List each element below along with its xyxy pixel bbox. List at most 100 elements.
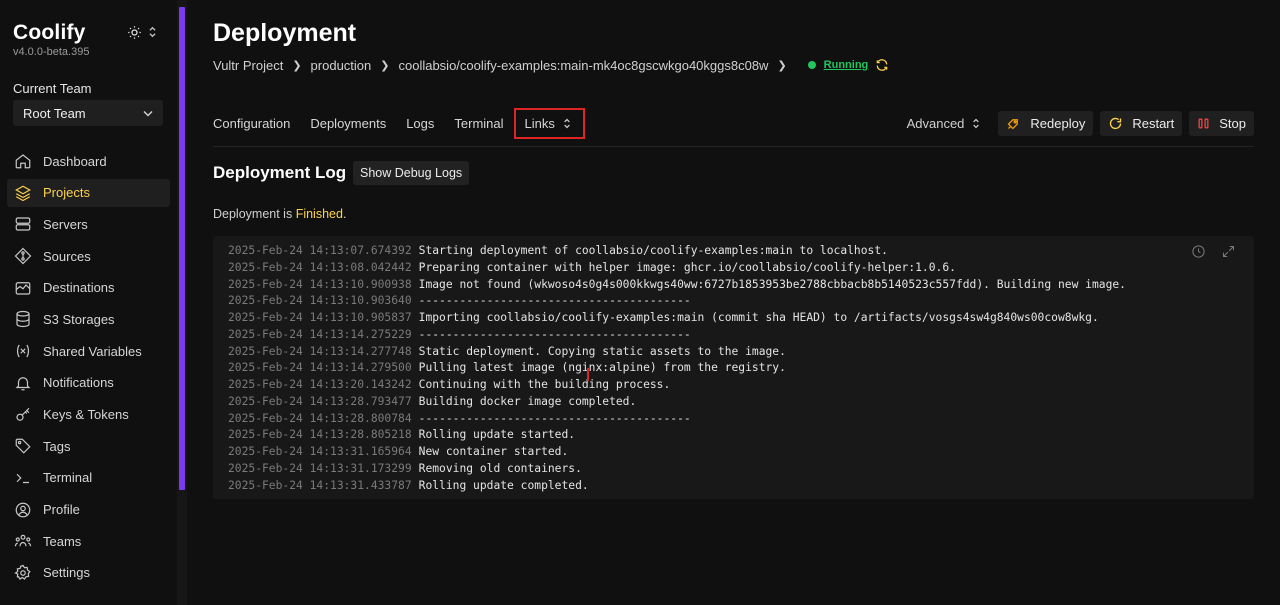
- status-dot: [807, 61, 816, 69]
- sidebar-item-keys-tokens[interactable]: Keys & Tokens: [7, 401, 170, 429]
- restart-label: Restart: [1132, 116, 1175, 131]
- sidebar-item-servers[interactable]: Servers: [7, 210, 170, 238]
- restart-button[interactable]: Restart: [1100, 111, 1183, 136]
- sidebar-item-projects[interactable]: Projects: [7, 178, 170, 207]
- sidebar-item-dashboard[interactable]: Dashboard: [7, 147, 170, 175]
- sidebar-item-notifications[interactable]: Notifications: [7, 369, 170, 397]
- deployment-status: Deployment is Finished.: [213, 207, 346, 221]
- sidebar-item-terminal[interactable]: Terminal: [7, 464, 170, 492]
- tab-logs[interactable]: Logs: [406, 116, 434, 131]
- team-select[interactable]: Root Team: [13, 100, 163, 126]
- sidebar-item-label: S3 Storages: [43, 311, 115, 327]
- breadcrumb-environment[interactable]: production: [311, 58, 372, 73]
- git-icon: [14, 247, 32, 265]
- log-line: 2025-Feb-24 14:13:14.277748 Static deploy…: [228, 344, 1126, 361]
- main-content: Deployment Vultr Project ❯ production ❯ …: [187, 0, 1280, 605]
- log-message: New container started.: [418, 445, 569, 458]
- theme-toggle[interactable]: [127, 23, 159, 41]
- restart-icon: [1110, 117, 1122, 130]
- breadcrumb: Vultr Project ❯ production ❯ coollabsio/…: [213, 57, 889, 73]
- sidebar-scrollbar[interactable]: [179, 7, 185, 490]
- sun-icon: [128, 25, 141, 39]
- log-line: 2025-Feb-24 14:13:31.173299 Removing old …: [228, 461, 1126, 478]
- app-version: v4.0.0-beta.395: [13, 46, 90, 58]
- sidebar-item-label: Settings: [43, 565, 90, 581]
- sidebar-item-profile[interactable]: Profile: [7, 496, 170, 524]
- redeploy-button[interactable]: Redeploy: [998, 111, 1094, 136]
- deployment-status-suffix: .: [342, 207, 347, 221]
- sidebar: Coolify v4.0.0-beta.395 Current Team Roo…: [0, 0, 177, 605]
- stop-button[interactable]: Stop: [1189, 111, 1254, 136]
- sidebar-item-settings[interactable]: Settings: [7, 559, 170, 587]
- home-icon: [14, 152, 32, 170]
- users-icon: [14, 532, 32, 550]
- tab-bar: Configuration Deployments Logs Terminal …: [213, 107, 605, 139]
- chevron-updown-icon: [564, 118, 570, 128]
- log-line: 2025-Feb-24 14:13:14.279500 Pulling lates…: [228, 360, 1126, 377]
- sidebar-item-sources[interactable]: Sources: [7, 242, 170, 270]
- log-line: 2025-Feb-24 14:13:10.905837 Importing coo…: [228, 310, 1126, 327]
- sidebar-item-label: Shared Variables: [43, 343, 142, 359]
- sidebar-item-shared-variables[interactable]: Shared Variables: [7, 337, 170, 365]
- log-toolbar: [1191, 244, 1236, 259]
- team-label: Current Team: [13, 81, 92, 96]
- sidebar-item-label: Teams: [43, 533, 82, 549]
- text-cursor: [587, 368, 589, 381]
- log-line: 2025-Feb-24 14:13:10.903640 -------------…: [228, 293, 1126, 310]
- show-debug-logs-button[interactable]: Show Debug Logs: [353, 161, 470, 185]
- sidebar-item-label: Sources: [43, 248, 91, 264]
- page-title: Deployment: [213, 19, 357, 47]
- database-icon: [14, 310, 32, 328]
- log-timestamp: 2025-Feb-24 14:13:10.900938: [228, 277, 412, 291]
- tab-terminal[interactable]: Terminal: [454, 116, 503, 131]
- gear-icon: [14, 564, 32, 582]
- sidebar-item-label: Dashboard: [43, 153, 107, 169]
- tab-deployments[interactable]: Deployments: [310, 116, 386, 131]
- log-line: 2025-Feb-24 14:13:08.042442 Preparing con…: [228, 260, 1126, 277]
- log-message: Rolling update started.: [418, 428, 576, 442]
- refresh-icon[interactable]: [875, 58, 889, 72]
- log-line: 2025-Feb-24 14:13:31.165964 New container…: [228, 444, 1126, 461]
- log-line: 2025-Feb-24 14:13:20.143242 Continuing wi…: [228, 377, 1126, 394]
- breadcrumb-application[interactable]: coollabsio/coolify-examples:main-mk4oc8g…: [398, 58, 768, 73]
- chevron-down-icon: [143, 110, 153, 117]
- sidebar-item-tags[interactable]: Tags: [7, 432, 170, 460]
- tab-links[interactable]: Links: [513, 107, 585, 139]
- log-message: ----------------------------------------: [418, 294, 691, 308]
- advanced-dropdown[interactable]: Advanced: [907, 116, 981, 131]
- stop-icon: [1198, 118, 1209, 129]
- sidebar-item-s3-storages[interactable]: S3 Storages: [7, 305, 170, 333]
- redeploy-label: Redeploy: [1030, 116, 1086, 131]
- app-name[interactable]: Coolify: [13, 21, 86, 45]
- chevron-right-icon: ❯: [777, 59, 787, 72]
- server-icon: [14, 215, 32, 233]
- log-message: Starting deployment of coollabsio/coolif…: [418, 244, 888, 257]
- breadcrumb-project[interactable]: Vultr Project: [213, 58, 283, 73]
- tab-configuration[interactable]: Configuration: [213, 116, 290, 131]
- fullscreen-icon[interactable]: [1221, 244, 1236, 259]
- status-badge[interactable]: Running: [824, 59, 869, 71]
- rocket-icon: [1008, 119, 1019, 130]
- log-timestamp: 2025-Feb-24 14:13:20.143242: [228, 378, 412, 391]
- sidebar-item-destinations[interactable]: Destinations: [7, 274, 170, 302]
- log-message: Building docker image completed.: [418, 394, 637, 408]
- tab-divider: [213, 146, 1254, 147]
- log-timestamp: 2025-Feb-24 14:13:31.165964: [228, 445, 412, 458]
- sidebar-nav: Dashboard Projects Servers Sources Desti…: [7, 147, 170, 591]
- log-timestamp: 2025-Feb-24 14:13:10.905837: [228, 311, 412, 324]
- log-timestamp: 2025-Feb-24 14:13:31.433787: [228, 478, 412, 492]
- layers-icon: [14, 184, 32, 202]
- log-line: 2025-Feb-24 14:13:28.805218 Rolling updat…: [228, 427, 1126, 444]
- log-message: Image not found (wkwoso4s0g4s000kkwgs40w…: [418, 277, 1126, 291]
- stop-label: Stop: [1219, 116, 1246, 131]
- log-timestamp: 2025-Feb-24 14:13:28.800784: [228, 411, 412, 425]
- log-line: 2025-Feb-24 14:13:28.793477 Building dock…: [228, 394, 1126, 411]
- sidebar-item-teams[interactable]: Teams: [7, 527, 170, 555]
- log-output[interactable]: 2025-Feb-24 14:13:07.674392 Starting depl…: [213, 236, 1254, 499]
- chevron-updown-icon: [973, 118, 980, 129]
- clock-icon[interactable]: [1191, 244, 1206, 259]
- log-message: Rolling update completed.: [418, 478, 589, 492]
- log-message: Static deployment. Copying static assets…: [418, 344, 786, 358]
- log-timestamp: 2025-Feb-24 14:13:07.674392: [228, 244, 412, 257]
- key-icon: [14, 406, 32, 424]
